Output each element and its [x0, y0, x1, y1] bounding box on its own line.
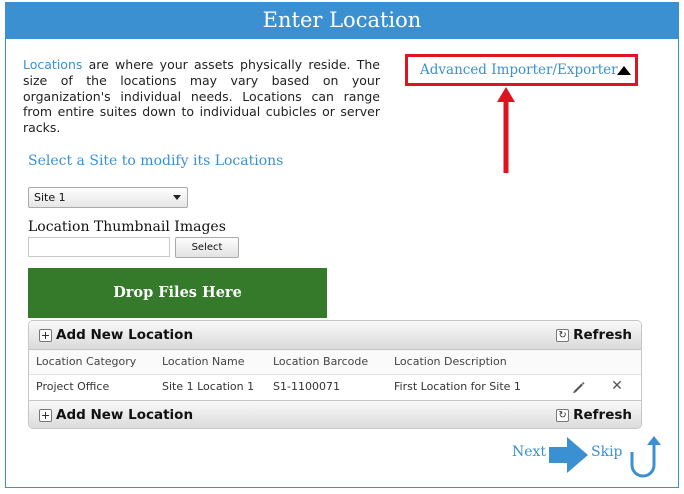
column-header-barcode[interactable]: Location Barcode [273, 350, 368, 374]
site-dropdown-value: Site 1 [34, 191, 66, 204]
locations-link[interactable]: Locations [23, 57, 82, 72]
skip-return-arrow-icon[interactable] [624, 436, 664, 480]
cell-description: First Location for Site 1 [394, 380, 521, 393]
add-new-location-button[interactable]: Add New Location [39, 326, 193, 344]
next-link[interactable]: Next [512, 444, 546, 460]
thumbnail-file-input[interactable] [28, 237, 170, 257]
column-header-name[interactable]: Location Name [162, 350, 244, 374]
refresh-icon: ↻ [556, 408, 570, 422]
plus-icon [39, 408, 52, 422]
chevron-down-icon [173, 195, 181, 200]
plus-icon [39, 328, 52, 342]
cell-name: Site 1 Location 1 [162, 380, 255, 393]
column-header-description[interactable]: Location Description [394, 350, 507, 374]
enter-location-panel: Enter Location Locations are where your … [5, 2, 679, 488]
add-new-location-label: Add New Location [56, 407, 194, 423]
delete-x-icon[interactable]: ✕ [610, 379, 624, 393]
cell-category: Project Office [36, 380, 110, 393]
refresh-icon: ↻ [556, 328, 570, 342]
grid-toolbar-bottom: Add New Location ↻ Refresh [29, 400, 641, 428]
advanced-importer-highlight: Advanced Importer/Exporter [405, 54, 638, 86]
cell-barcode: S1-1100071 [273, 380, 340, 393]
refresh-label: Refresh [573, 407, 632, 423]
drop-files-zone[interactable]: Drop Files Here [28, 268, 327, 318]
grid-header-row: Location Category Location Name Location… [29, 350, 641, 375]
refresh-button[interactable]: ↻ Refresh [556, 326, 632, 344]
advanced-importer-link[interactable]: Advanced Importer/Exporter [420, 62, 618, 78]
site-dropdown[interactable]: Site 1 [28, 187, 188, 208]
skip-link[interactable]: Skip [591, 444, 623, 460]
add-new-location-button-bottom[interactable]: Add New Location [39, 406, 193, 424]
red-arrow-annotation [497, 87, 515, 173]
triangle-up-icon[interactable] [617, 66, 631, 75]
thumbnail-images-label: Location Thumbnail Images [28, 219, 226, 235]
page-title: Enter Location [6, 3, 678, 39]
locations-grid: Add New Location ↻ Refresh Location Cate… [28, 320, 642, 429]
table-row[interactable]: Project Office Site 1 Location 1 S1-1100… [29, 375, 641, 399]
column-header-category[interactable]: Location Category [36, 350, 136, 374]
select-file-button[interactable]: Select [175, 237, 239, 258]
select-site-label: Select a Site to modify its Locations [28, 153, 284, 169]
arrow-right-icon[interactable] [549, 437, 589, 473]
grid-toolbar-top: Add New Location ↻ Refresh [29, 321, 641, 350]
add-new-location-label: Add New Location [56, 327, 194, 343]
pencil-icon[interactable] [571, 380, 586, 394]
refresh-button-bottom[interactable]: ↻ Refresh [556, 406, 632, 424]
refresh-label: Refresh [573, 327, 632, 343]
intro-text: Locations are where your assets physical… [23, 57, 380, 136]
